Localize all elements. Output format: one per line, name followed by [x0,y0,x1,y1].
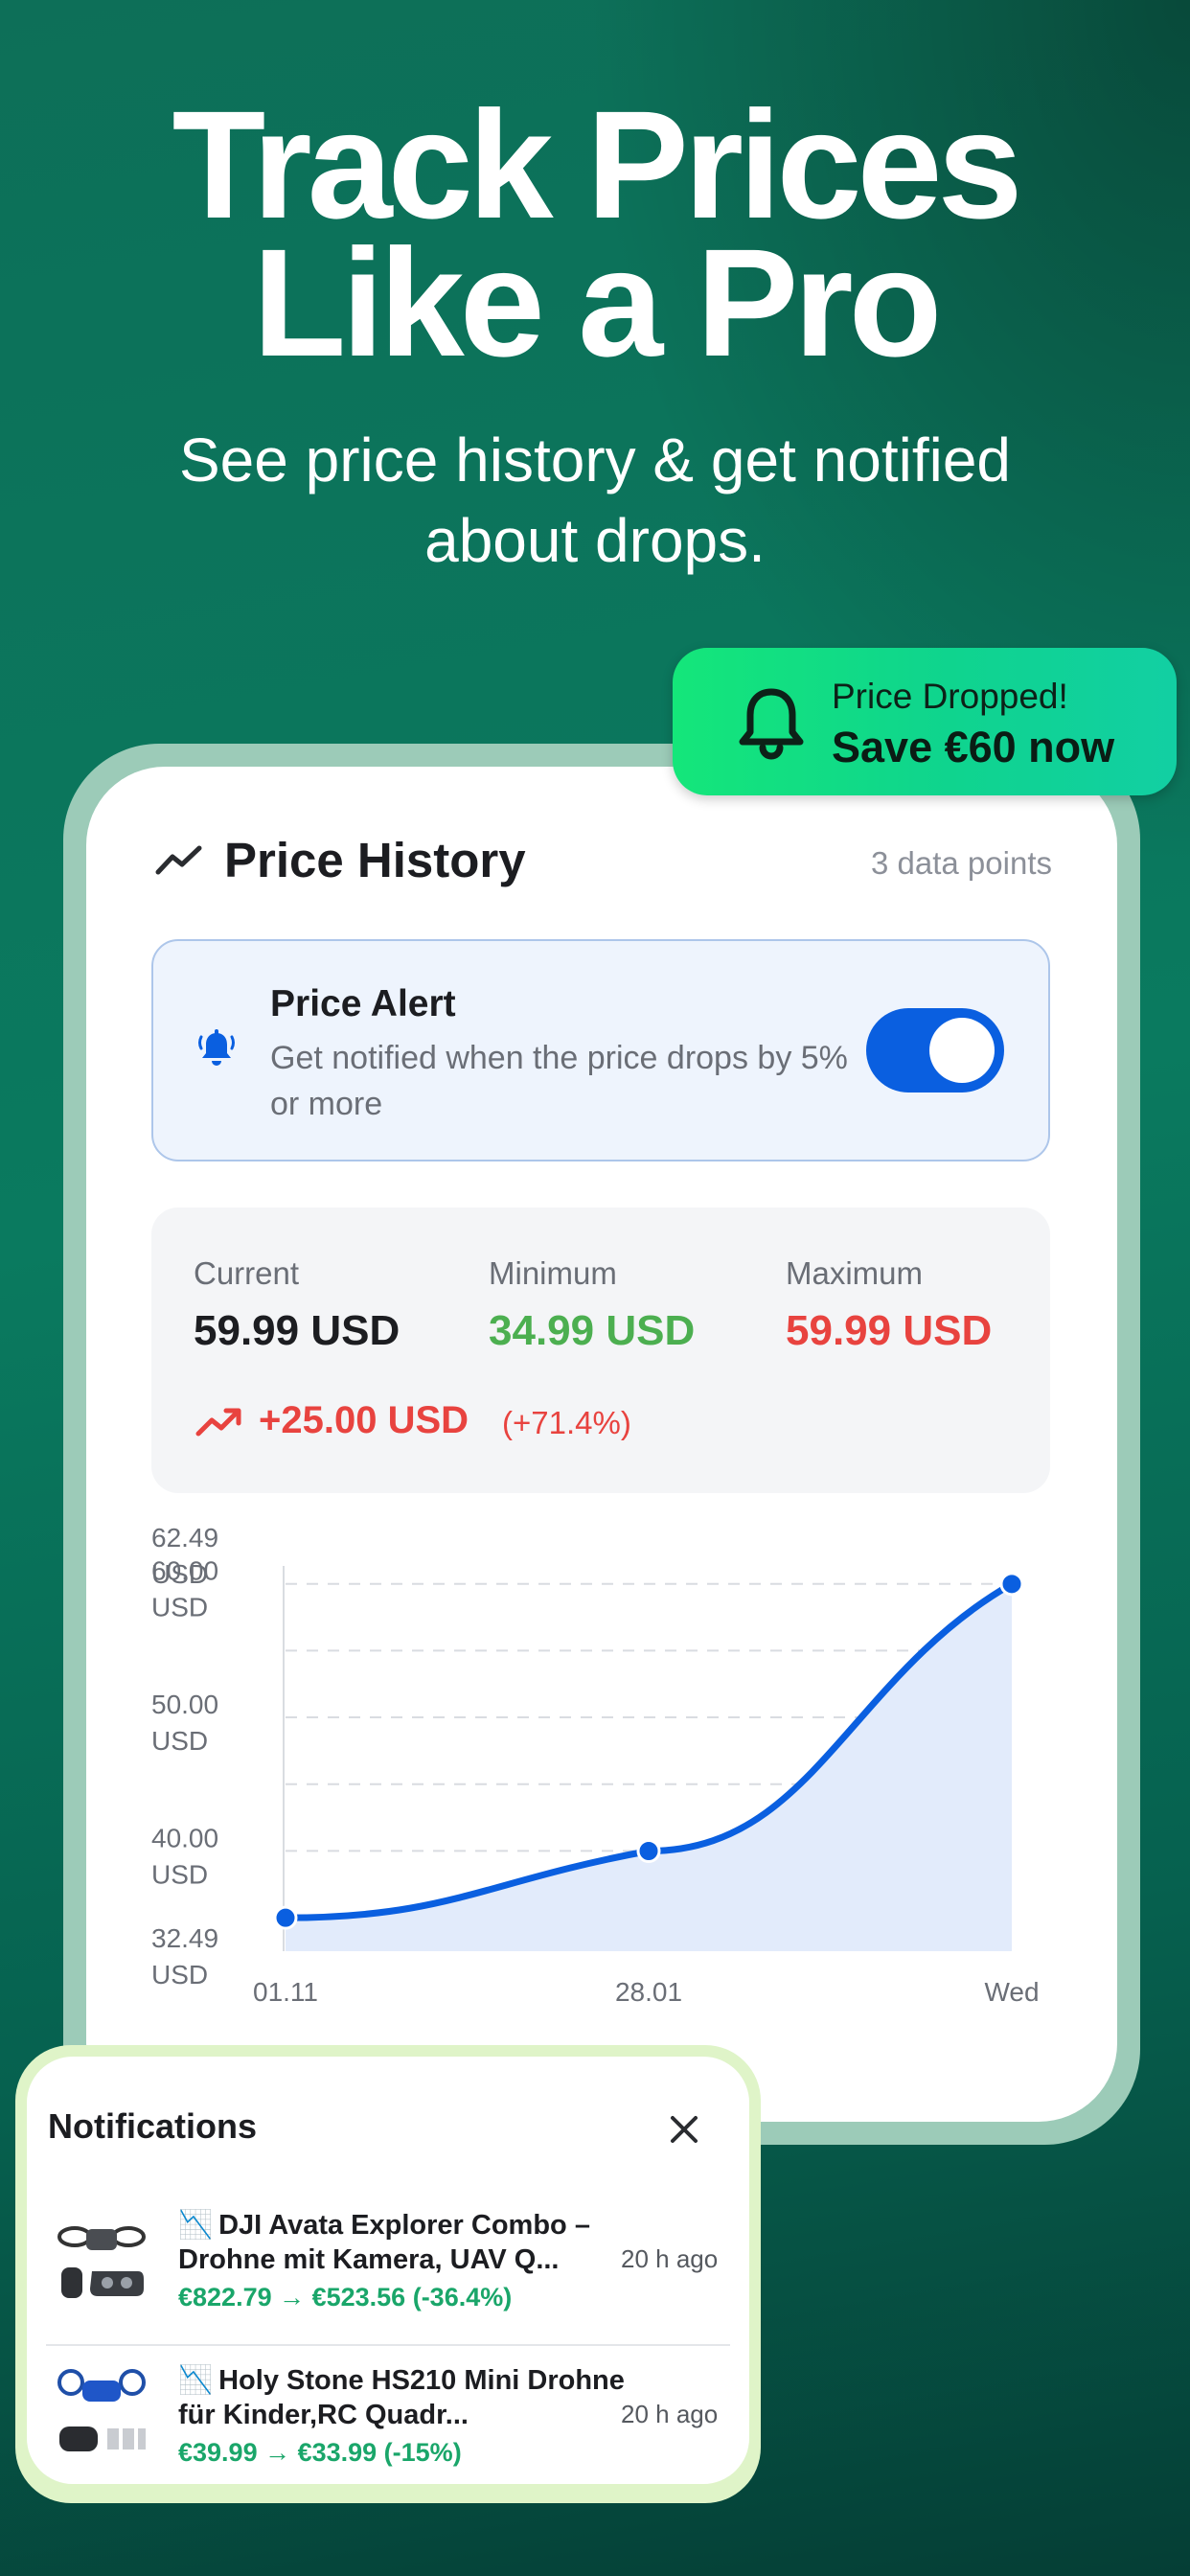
current-value: 59.99 USD [194,1307,400,1354]
current-label: Current [194,1255,300,1291]
notification-item[interactable]: 📉 Holy Stone HS210 Mini Drohne für Kinder… [27,2350,749,2503]
drone-product-image [57,2226,146,2298]
y-tick-label: 32.49 USD [151,1923,218,1990]
price-change-value: +25.00 USD [259,1399,469,1441]
bell-icon [739,688,804,760]
price-alert-title: Price Alert [270,983,456,1024]
notifications-title: Notifications [48,2106,258,2146]
hero-subtitle-line2: about drops. [424,506,766,575]
hero-subtitle-line1: See price history & get notified [178,426,1012,494]
x-tick-label: 28.01 [615,1977,682,2007]
mini-drone-product-image [57,2369,146,2451]
price-history-chart: 62.49 USD60.00 USD50.00 USD40.00 USD32.49 USD… [151,1524,1040,2007]
y-tick-label: 60.00 USD [151,1556,218,1622]
data-point [636,1839,661,1863]
data-point [273,1905,298,1930]
minimum-value: 34.99 USD [489,1307,696,1354]
notification-item[interactable]: 📉 DJI Avata Explorer Combo – Drohne mit K… [27,2195,749,2348]
hero-title-line1: Track Prices [172,79,1023,250]
hero-title-line2: Like a Pro [252,217,943,388]
hero-subtitle: See price history & get notified about d… [0,420,1190,581]
bell-ring-icon [198,1029,235,1066]
price-alert-description: Get notified when the price drops by 5% … [270,1040,848,1122]
badge-line1: Price Dropped! [832,677,1068,716]
notification-product-name: 📉 Holy Stone HS210 Mini Drohne für Kinder… [178,2363,625,2432]
notification-time: 20 h ago [621,2400,719,2428]
y-tick-label: 50.00 USD [151,1690,218,1756]
data-points-count: 3 data points [871,845,1052,881]
hero-title: Track Prices Like a Pro [0,79,1190,388]
maximum-label: Maximum [786,1255,924,1291]
notification-price-change: €822.79 → €523.56 (-36.4%) [178,2283,513,2312]
notification-product-name-text: DJI Avata Explorer Combo – Drohne mit Ka… [178,2210,590,2275]
notification-time: 20 h ago [621,2244,719,2273]
toggle-knob [929,1018,995,1083]
maximum-value: 59.99 USD [786,1307,993,1354]
trend-line-icon [155,845,202,875]
x-tick-label: Wed [984,1977,1039,2007]
badge-line2: Save €60 now [832,723,1115,771]
trend-down-glyph: 📉 [178,2365,214,2396]
price-change-percent: (+71.4%) [502,1405,631,1440]
trending-up-icon [195,1408,241,1437]
notification-product-name-text: Holy Stone HS210 Mini Drohne für Kinder,… [178,2365,625,2430]
trend-down-glyph: 📉 [178,2210,214,2241]
price-history-title: Price History [224,833,526,887]
x-tick-label: 01.11 [253,1977,318,2007]
minimum-label: Minimum [489,1255,617,1291]
notification-price-change: €39.99 → €33.99 (-15%) [178,2438,462,2467]
data-point [999,1572,1024,1597]
close-icon[interactable] [665,2110,703,2149]
y-tick-label: 40.00 USD [151,1823,218,1889]
notification-product-name: 📉 DJI Avata Explorer Combo – Drohne mit K… [178,2208,625,2277]
notification-divider [46,2344,730,2346]
price-alert-toggle[interactable] [866,1008,1004,1092]
price-area [286,1583,1012,1951]
